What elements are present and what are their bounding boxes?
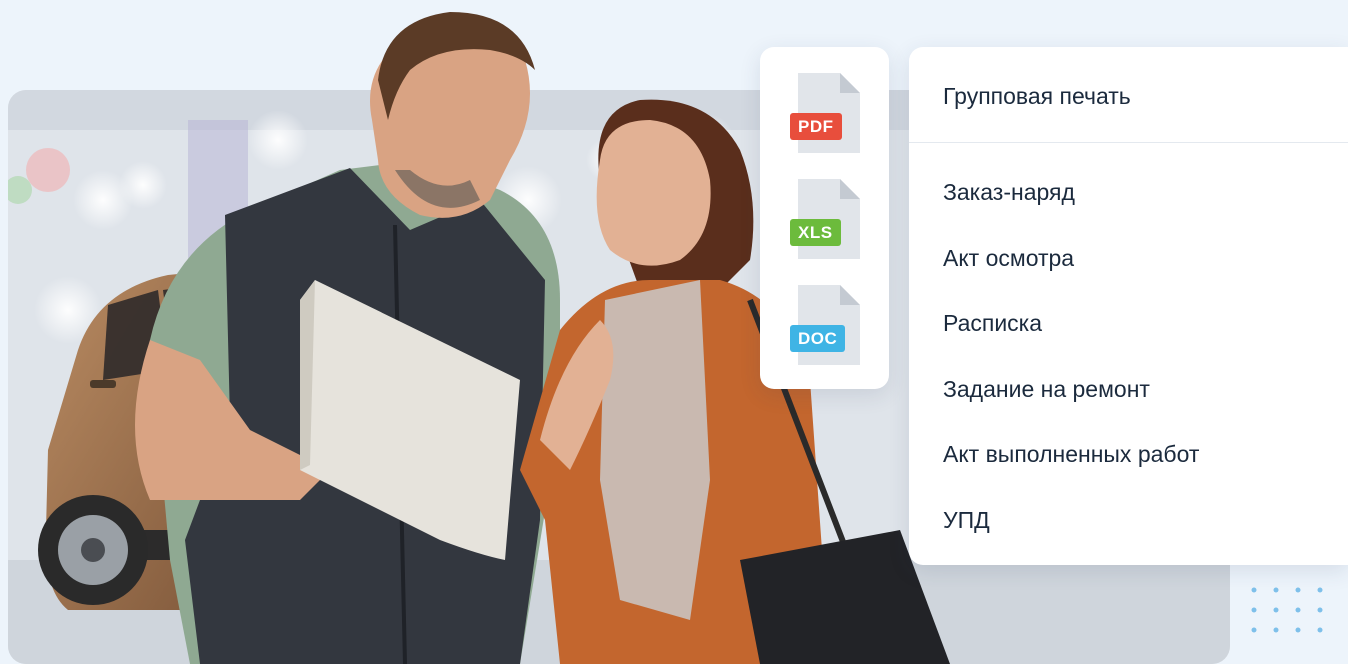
file-page-shape: [798, 179, 860, 259]
file-formats-panel: PDF XLS DOC: [760, 47, 889, 389]
menu-item-repair-task[interactable]: Задание на ремонт: [909, 366, 1348, 432]
doc-badge: DOC: [790, 325, 846, 352]
xls-badge: XLS: [790, 219, 841, 246]
pdf-file-icon[interactable]: PDF: [790, 71, 860, 153]
document-list: Заказ-наряд Акт осмотра Расписка Задание…: [909, 143, 1348, 562]
file-page-shape: [798, 73, 860, 153]
file-page-shape: [798, 285, 860, 365]
menu-item-work-order[interactable]: Заказ-наряд: [909, 169, 1348, 235]
xls-file-icon[interactable]: XLS: [790, 177, 860, 259]
decorative-dots: [1251, 587, 1323, 633]
menu-title: Групповая печать: [909, 47, 1348, 143]
pdf-badge: PDF: [790, 113, 842, 140]
menu-item-upd[interactable]: УПД: [909, 497, 1348, 563]
doc-file-icon[interactable]: DOC: [790, 283, 860, 365]
menu-item-inspection-act[interactable]: Акт осмотра: [909, 235, 1348, 301]
menu-item-completion-act[interactable]: Акт выполненных работ: [909, 431, 1348, 497]
menu-item-receipt[interactable]: Расписка: [909, 300, 1348, 366]
group-print-menu: Групповая печать Заказ-наряд Акт осмотра…: [909, 47, 1348, 565]
